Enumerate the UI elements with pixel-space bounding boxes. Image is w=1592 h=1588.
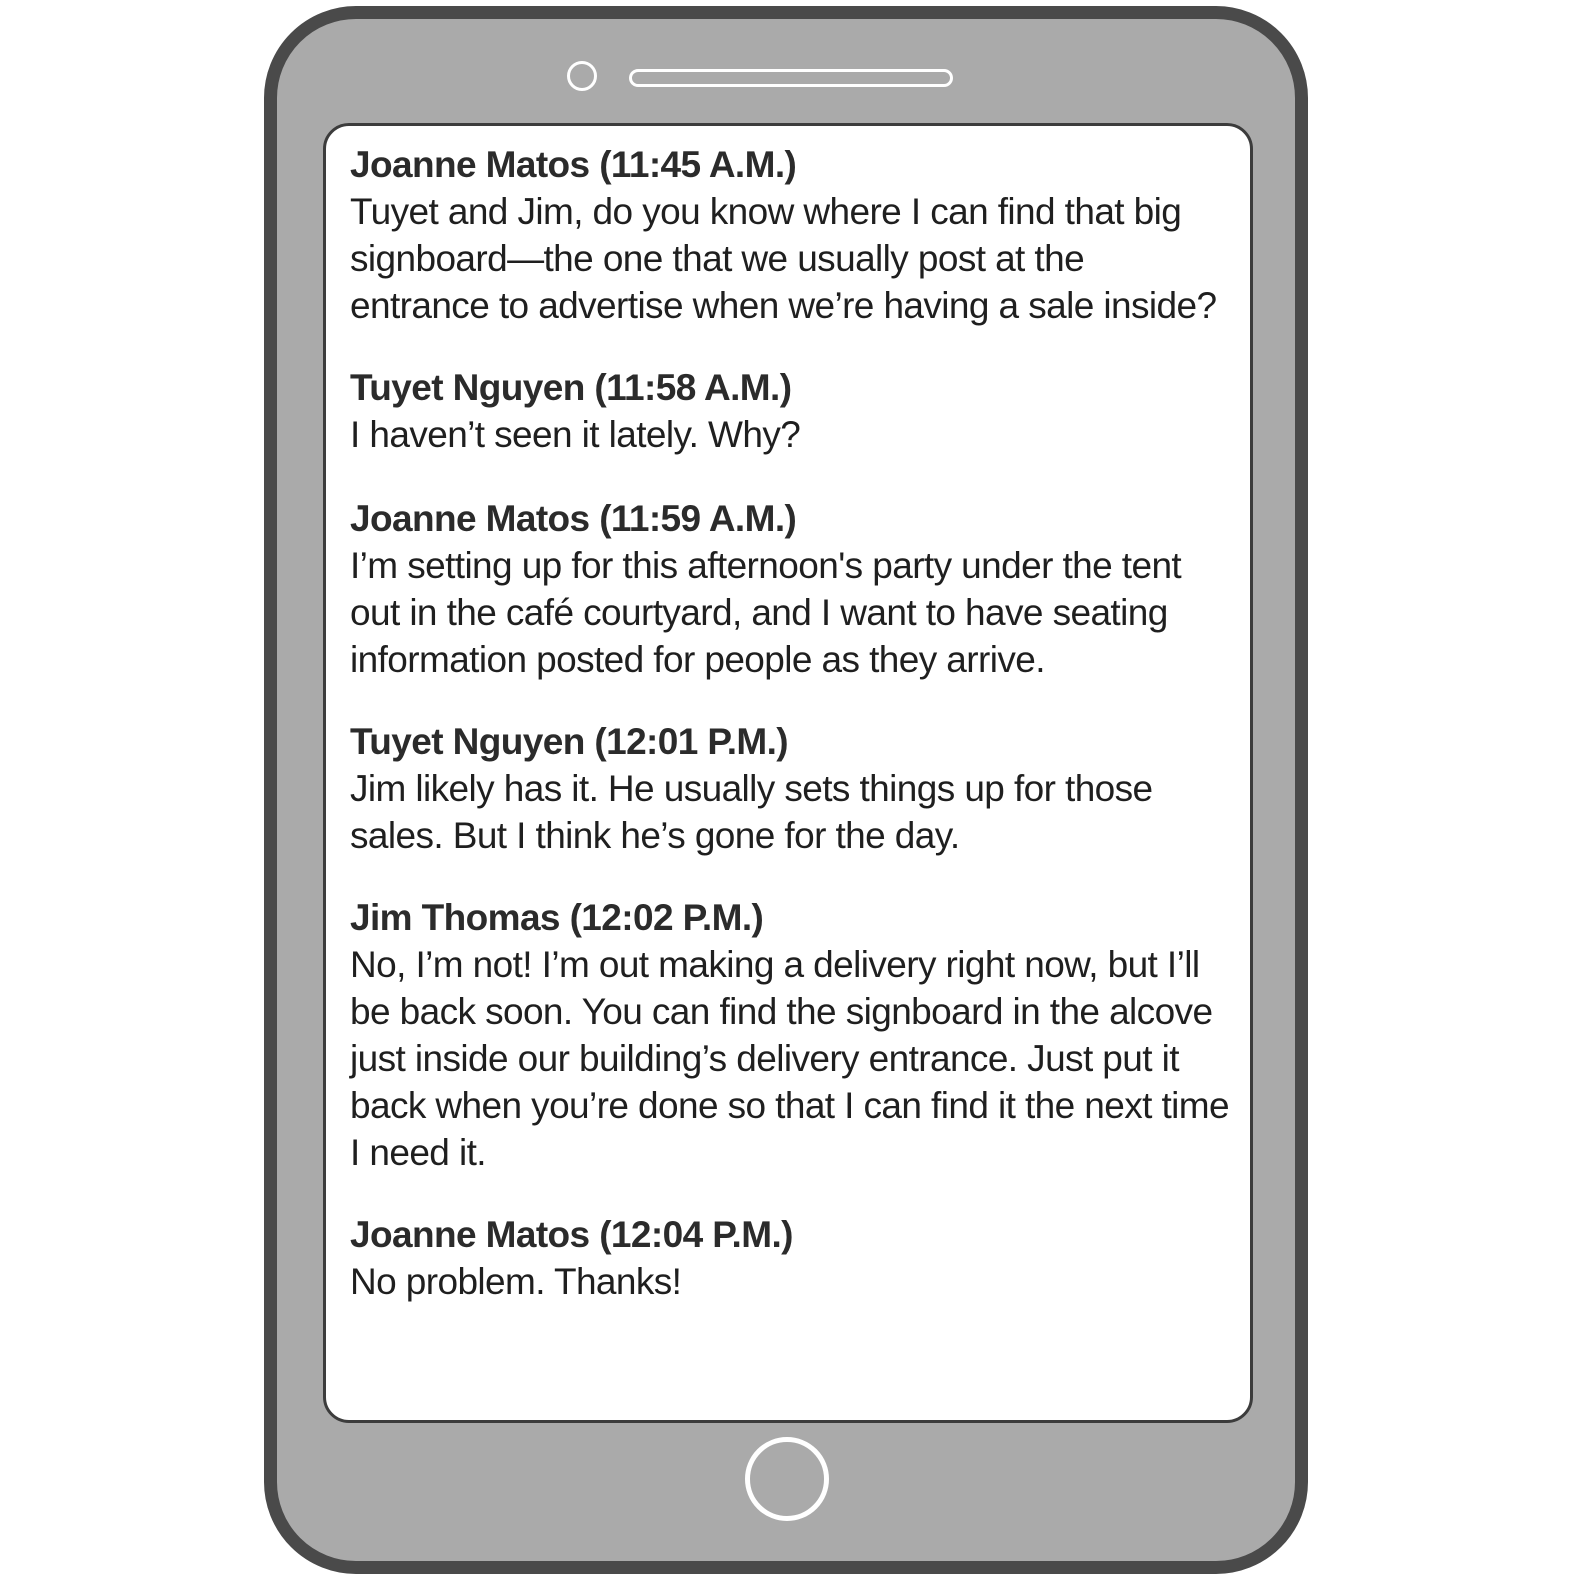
message-sender: Joanne Matos (12:04 P.M.) bbox=[350, 1214, 793, 1255]
home-button[interactable] bbox=[745, 1437, 829, 1521]
chat-message: Joanne Matos (11:59 A.M.) I’m setting up… bbox=[350, 496, 1230, 683]
message-sender: Tuyet Nguyen (12:01 P.M.) bbox=[350, 721, 789, 762]
chat-screen[interactable]: Joanne Matos (11:45 A.M.) Tuyet and Jim,… bbox=[323, 123, 1253, 1423]
message-text: Tuyet and Jim, do you know where I can f… bbox=[350, 191, 1217, 326]
message-text: Jim likely has it. He usually sets thing… bbox=[350, 768, 1153, 856]
speaker-icon bbox=[629, 69, 953, 87]
chat-message: Tuyet Nguyen (11:58 A.M.) I haven’t seen… bbox=[350, 365, 1230, 458]
phone-frame: Joanne Matos (11:45 A.M.) Tuyet and Jim,… bbox=[264, 6, 1308, 1574]
message-sender: Tuyet Nguyen (11:58 A.M.) bbox=[350, 367, 792, 408]
camera-icon bbox=[567, 61, 597, 91]
message-text: No problem. Thanks! bbox=[350, 1261, 682, 1302]
message-sender: Jim Thomas (12:02 P.M.) bbox=[350, 897, 764, 938]
message-text: No, I’m not! I’m out making a delivery r… bbox=[350, 944, 1230, 1173]
message-sender: Joanne Matos (11:45 A.M.) bbox=[350, 144, 797, 185]
page: Joanne Matos (11:45 A.M.) Tuyet and Jim,… bbox=[0, 0, 1592, 1588]
message-text: I haven’t seen it lately. Why? bbox=[350, 414, 801, 455]
message-text: I’m setting up for this afternoon's part… bbox=[350, 545, 1182, 680]
message-sender: Joanne Matos (11:59 A.M.) bbox=[350, 498, 797, 539]
chat-message: Joanne Matos (12:04 P.M.) No problem. Th… bbox=[350, 1212, 1230, 1305]
chat-message: Tuyet Nguyen (12:01 P.M.) Jim likely has… bbox=[350, 719, 1230, 859]
chat-message: Joanne Matos (11:45 A.M.) Tuyet and Jim,… bbox=[350, 142, 1230, 329]
chat-message: Jim Thomas (12:02 P.M.) No, I’m not! I’m… bbox=[350, 895, 1230, 1176]
